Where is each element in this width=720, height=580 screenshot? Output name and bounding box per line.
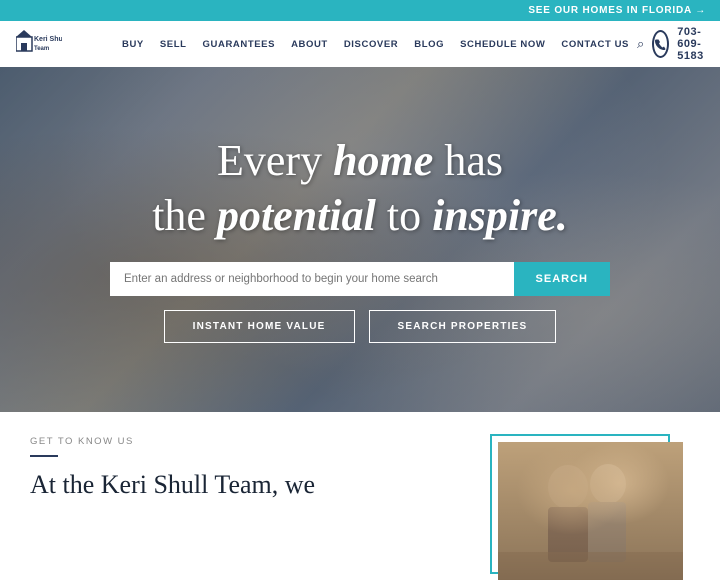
nav-about[interactable]: ABOUT bbox=[283, 39, 336, 50]
hero-section: Every home has the potential to inspire.… bbox=[0, 67, 720, 412]
top-banner[interactable]: SEE OUR HOMES IN FLORIDA → bbox=[0, 0, 720, 21]
hero-title-line2: the potential to inspire. bbox=[110, 191, 610, 242]
hero-the: the bbox=[152, 191, 217, 240]
hero-content: Every home has the potential to inspire.… bbox=[90, 136, 630, 342]
phone-icon[interactable] bbox=[652, 30, 669, 58]
search-button[interactable]: SEARCH bbox=[514, 262, 610, 296]
hero-italic-potential: potential bbox=[217, 191, 376, 240]
search-input[interactable] bbox=[110, 262, 514, 296]
nav-contact[interactable]: CONTACT US bbox=[553, 39, 637, 50]
search-bar: SEARCH bbox=[110, 262, 610, 296]
section-label: GET TO KNOW US bbox=[30, 436, 460, 447]
nav-guarantees[interactable]: GUARANTEES bbox=[195, 39, 284, 50]
nav-buy[interactable]: BUY bbox=[114, 39, 152, 50]
nav-sell[interactable]: SELL bbox=[152, 39, 195, 50]
svg-text:Team: Team bbox=[34, 46, 49, 52]
phone-number[interactable]: 703-609-5183 bbox=[677, 26, 714, 62]
logo-icon: Keri Shull Team bbox=[16, 29, 62, 60]
hero-italic-inspire: inspire. bbox=[432, 191, 568, 240]
team-photo bbox=[498, 442, 683, 580]
nav-discover[interactable]: DISCOVER bbox=[336, 39, 406, 50]
below-hero-section: GET TO KNOW US At the Keri Shull Team, w… bbox=[0, 412, 720, 577]
hero-cta-row: INSTANT HOME VALUE SEARCH PROPERTIES bbox=[110, 310, 610, 343]
instant-home-value-button[interactable]: INSTANT HOME VALUE bbox=[164, 310, 355, 343]
nav-right: ⌕ 703-609-5183 bbox=[637, 26, 715, 62]
nav-schedule[interactable]: SCHEDULE NOW bbox=[452, 39, 553, 50]
banner-text: SEE OUR HOMES IN FLORIDA → bbox=[528, 5, 706, 16]
search-icon[interactable]: ⌕ bbox=[637, 36, 644, 52]
hero-title-line1: Every home has bbox=[110, 136, 610, 187]
section-heading: At the Keri Shull Team, we bbox=[30, 469, 460, 502]
team-photo-area bbox=[490, 434, 690, 579]
search-properties-button[interactable]: SEARCH PROPERTIES bbox=[369, 310, 557, 343]
navigation: Keri Shull Team BUY SELL GUARANTEES ABOU… bbox=[0, 21, 720, 67]
nav-links: BUY SELL GUARANTEES ABOUT DISCOVER BLOG … bbox=[114, 39, 637, 50]
hero-has: has bbox=[433, 136, 503, 185]
hero-italic-home: home bbox=[333, 136, 433, 185]
section-label-divider bbox=[30, 455, 58, 457]
svg-text:Keri Shull: Keri Shull bbox=[34, 36, 62, 43]
logo[interactable]: Keri Shull Team bbox=[16, 28, 96, 60]
hero-to: to bbox=[376, 191, 432, 240]
nav-blog[interactable]: BLOG bbox=[406, 39, 452, 50]
hero-plain1: Every bbox=[217, 136, 333, 185]
get-to-know-section: GET TO KNOW US At the Keri Shull Team, w… bbox=[30, 434, 460, 567]
